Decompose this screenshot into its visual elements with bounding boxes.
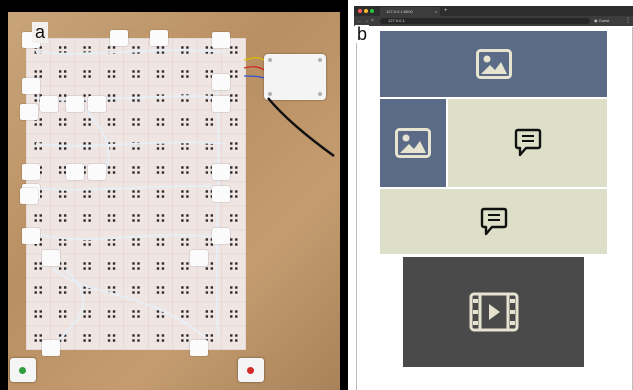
actuator-module [22, 78, 40, 94]
close-window-icon[interactable] [358, 9, 362, 13]
browser-tab-strip: 127.0.0.1:8000 × + [354, 6, 633, 16]
actuator-module [88, 96, 106, 112]
actuator-module [212, 96, 230, 112]
actuator-module [20, 104, 38, 120]
actuator-module [190, 340, 208, 356]
actuator-module [40, 96, 58, 112]
actuator-module [88, 164, 106, 180]
text-tile[interactable] [448, 99, 607, 187]
red-button[interactable] [238, 358, 264, 382]
actuator-module [212, 228, 230, 244]
actuator-module [150, 30, 168, 46]
actuator-module [66, 96, 84, 112]
browser-panel: 127.0.0.1:8000 × + ← → × 127.0.0.1 ◉ Gue… [354, 6, 633, 390]
chat-bubble-icon [480, 207, 507, 235]
profile-button[interactable]: ◉ Guest [594, 18, 609, 24]
close-tab-icon[interactable]: × [435, 7, 437, 16]
panel-b-label: b [355, 24, 370, 44]
prototype-photo-panel: a [0, 0, 348, 390]
actuator-module [110, 30, 128, 46]
browser-toolbar: ← → × 127.0.0.1 ◉ Guest ⋮ [354, 16, 633, 26]
image-icon [475, 49, 512, 79]
panel-a-label: a [32, 22, 49, 43]
actuator-module [190, 250, 208, 266]
profile-label: Guest [598, 18, 610, 23]
address-bar[interactable]: 127.0.0.1 [380, 18, 590, 24]
browser-tab[interactable]: 127.0.0.1:8000 × [380, 7, 440, 16]
actuator-module [22, 228, 40, 244]
new-tab-icon[interactable]: + [444, 6, 448, 16]
actuator-module [42, 340, 60, 356]
image-tile[interactable] [380, 99, 446, 187]
actuator-module [212, 164, 230, 180]
tab-title: 127.0.0.1:8000 [386, 9, 413, 14]
video-tile[interactable] [403, 257, 584, 367]
cable [243, 57, 335, 158]
actuator-module [66, 164, 84, 180]
chat-bubble-icon [514, 128, 541, 157]
actuator-module [20, 188, 38, 204]
address-text: 127.0.0.1 [388, 18, 405, 23]
menu-icon[interactable]: ⋮ [625, 16, 631, 26]
reload-icon[interactable]: × [371, 16, 374, 26]
film-play-icon [469, 292, 518, 332]
text-tile[interactable] [380, 189, 607, 254]
image-icon [395, 128, 431, 158]
profile-icon: ◉ [594, 18, 598, 23]
actuator-module [22, 164, 40, 180]
actuator-module [212, 74, 230, 90]
actuator-module [212, 32, 230, 48]
green-button[interactable] [10, 358, 36, 382]
green-led-icon [19, 367, 26, 374]
actuator-module [42, 250, 60, 266]
image-tile[interactable] [380, 31, 607, 97]
red-led-icon [247, 367, 254, 374]
maximize-window-icon[interactable] [370, 9, 374, 13]
minimize-window-icon[interactable] [364, 9, 368, 13]
actuator-module [212, 186, 230, 202]
